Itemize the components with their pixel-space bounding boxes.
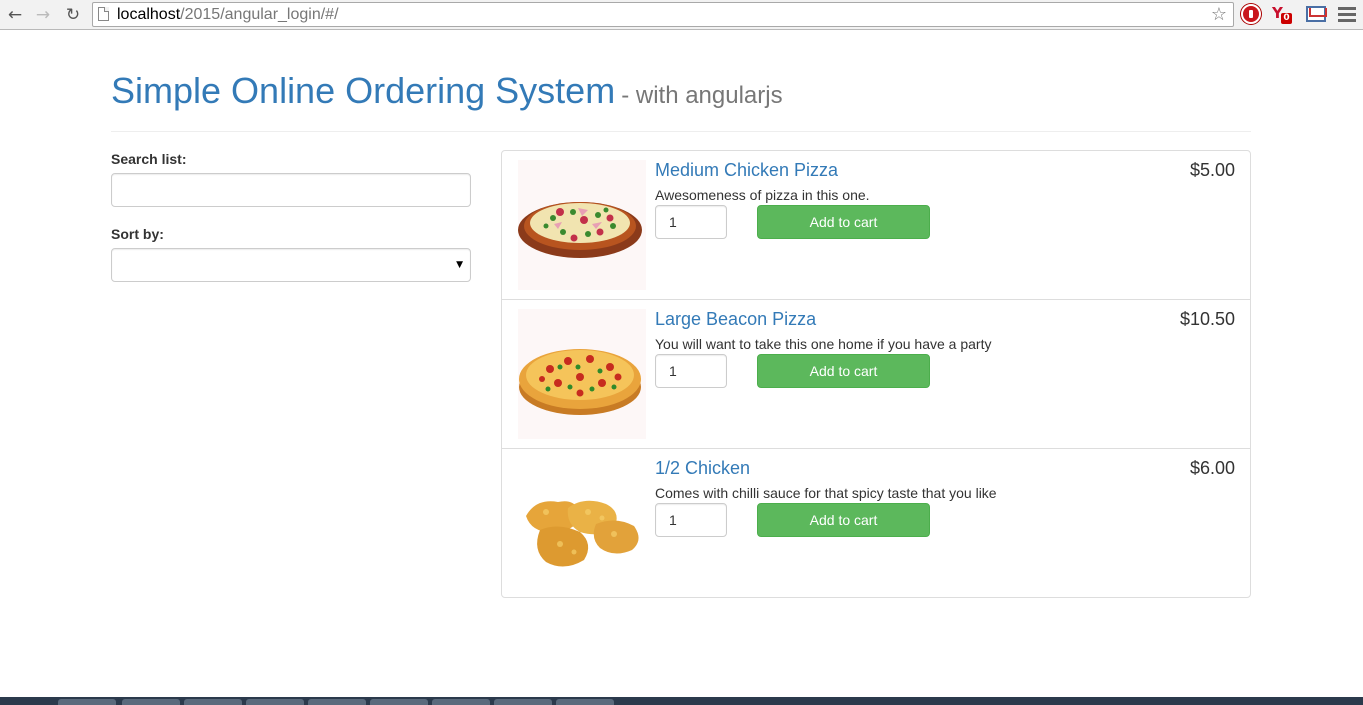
- page-subtitle: - with angularjs: [621, 82, 783, 109]
- page-icon: [98, 7, 109, 21]
- list-item: Large Beacon Pizza $10.50 You will want …: [502, 300, 1250, 449]
- taskbar-item[interactable]: [58, 699, 116, 705]
- product-name[interactable]: 1/2 Chicken: [655, 458, 750, 478]
- taskbar-item[interactable]: [122, 699, 180, 705]
- page-header: Simple Online Ordering System - with angu…: [111, 30, 1251, 132]
- sort-select[interactable]: ▼: [111, 248, 471, 282]
- product-name[interactable]: Medium Chicken Pizza: [655, 160, 838, 180]
- add-to-cart-button[interactable]: Add to cart: [757, 205, 930, 239]
- os-taskbar: [0, 697, 1363, 705]
- taskbar-item[interactable]: [308, 699, 366, 705]
- page-title: Simple Online Ordering System: [111, 70, 616, 111]
- quantity-input[interactable]: 1: [655, 354, 727, 388]
- product-list: Medium Chicken Pizza $5.00 Awesomeness o…: [501, 150, 1251, 598]
- product-price: $6.00: [1189, 458, 1235, 478]
- taskbar-item[interactable]: [494, 699, 552, 705]
- product-description: Comes with chilli sauce for that spicy t…: [655, 485, 997, 501]
- sort-label: Sort by:: [111, 226, 164, 242]
- adblock-icon[interactable]: [1241, 4, 1261, 24]
- taskbar-item[interactable]: [556, 699, 614, 705]
- filter-sidebar: Search list: Sort by: ▼: [111, 151, 471, 282]
- browser-toolbar: ← → ↻ localhost/2015/angular_login/#/ ☆ …: [0, 0, 1363, 30]
- yahoo-extension-icon[interactable]: Y0: [1272, 4, 1292, 24]
- product-price: $5.00: [1189, 160, 1235, 180]
- taskbar-item[interactable]: [432, 699, 490, 705]
- menu-icon[interactable]: [1338, 7, 1356, 23]
- caret-down-icon: ▼: [456, 260, 463, 270]
- gmail-icon[interactable]: [1306, 6, 1326, 22]
- quantity-input[interactable]: 1: [655, 205, 727, 239]
- forward-icon[interactable]: →: [32, 4, 54, 26]
- add-to-cart-button[interactable]: Add to cart: [757, 503, 930, 537]
- add-to-cart-button[interactable]: Add to cart: [757, 354, 930, 388]
- list-item: Medium Chicken Pizza $5.00 Awesomeness o…: [502, 151, 1250, 300]
- back-icon[interactable]: ←: [4, 4, 26, 26]
- reload-icon[interactable]: ↻: [62, 4, 84, 26]
- search-input[interactable]: [111, 173, 471, 207]
- taskbar-item[interactable]: [370, 699, 428, 705]
- pizza-icon: [518, 309, 646, 439]
- taskbar-item[interactable]: [246, 699, 304, 705]
- quantity-input[interactable]: 1: [655, 503, 727, 537]
- product-name[interactable]: Large Beacon Pizza: [655, 309, 816, 329]
- product-description: You will want to take this one home if y…: [655, 336, 992, 352]
- page-container: Simple Online Ordering System - with angu…: [111, 30, 1251, 598]
- address-bar[interactable]: localhost/2015/angular_login/#/ ☆: [92, 2, 1234, 27]
- bookmark-star-icon[interactable]: ☆: [1211, 4, 1227, 25]
- pizza-icon: [518, 160, 646, 290]
- list-item: 1/2 Chicken $6.00 Comes with chilli sauc…: [502, 449, 1250, 598]
- product-price: $10.50: [1179, 309, 1235, 329]
- taskbar-item[interactable]: [184, 699, 242, 705]
- url-text: localhost/2015/angular_login/#/: [117, 6, 339, 23]
- chicken-nuggets-icon: [518, 458, 646, 588]
- search-label: Search list:: [111, 151, 187, 167]
- product-description: Awesomeness of pizza in this one.: [655, 187, 870, 203]
